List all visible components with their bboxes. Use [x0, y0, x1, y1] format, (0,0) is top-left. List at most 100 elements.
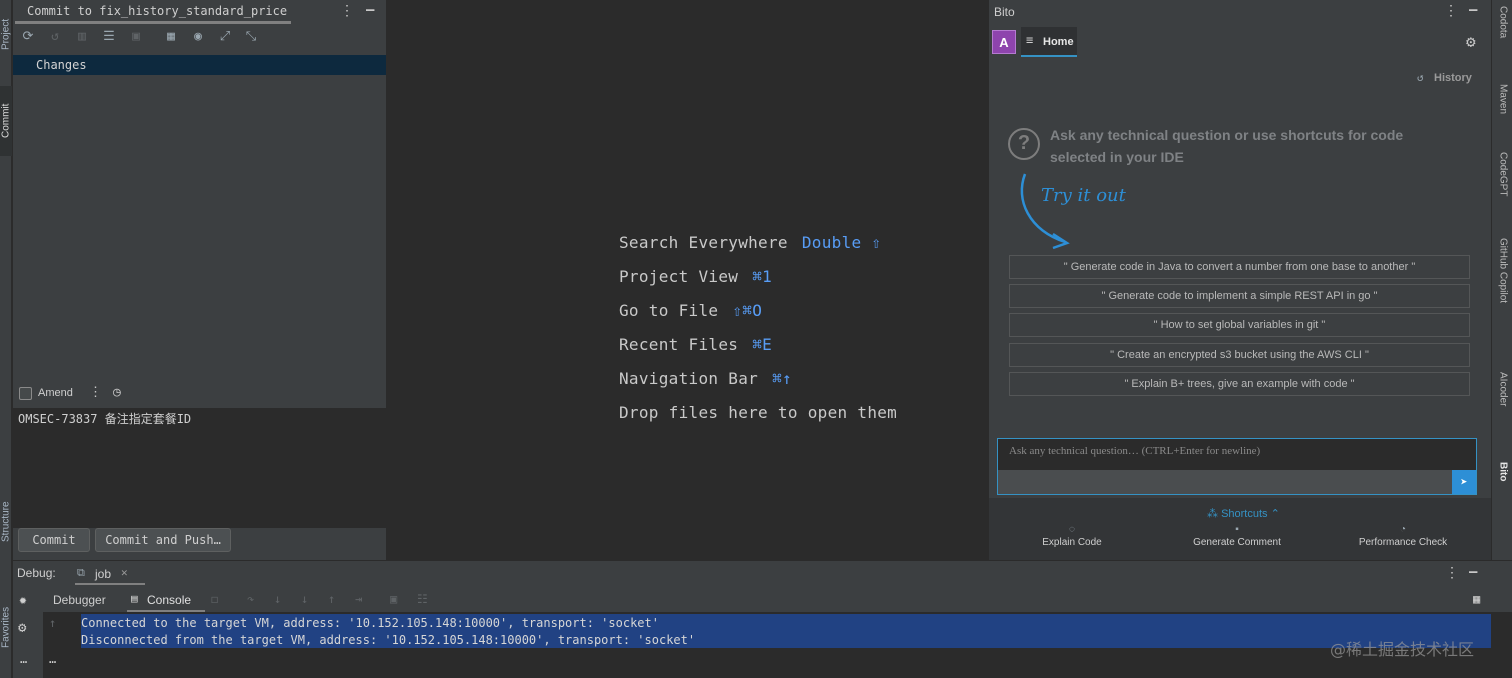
run-to-cursor-icon[interactable]: ⇥: [355, 592, 362, 606]
expand-all-icon[interactable]: ⤢: [216, 28, 234, 46]
commit-and-push-button[interactable]: Commit and Push…: [95, 528, 231, 552]
bito-tab-label: Bito: [1497, 462, 1509, 482]
more-options-icon[interactable]: ⋮: [340, 3, 354, 19]
avatar[interactable]: A: [992, 30, 1016, 54]
left-tool-strip: Project Commit Structure Favorites: [0, 0, 12, 678]
debug-sidebar: ✹ ⚙ …: [13, 588, 41, 678]
group-by-icon[interactable]: ▦: [162, 28, 180, 46]
bug-icon[interactable]: ✹: [19, 593, 27, 608]
scroll-up-icon[interactable]: ↑: [49, 616, 56, 630]
project-tool-tab[interactable]: Project: [0, 2, 12, 66]
more-icon[interactable]: …: [20, 652, 27, 666]
commit-tab-underline: [15, 21, 291, 24]
hint-recent-files: Recent Files ⌘E: [619, 335, 772, 354]
structure-tab-label: Structure: [0, 501, 12, 543]
history-link[interactable]: History: [1434, 72, 1472, 84]
layout-settings-icon[interactable]: ▦: [1473, 592, 1480, 606]
console-output[interactable]: ↑ … Connected to the target VM, address:…: [43, 612, 1512, 678]
history-clock-icon[interactable]: ◷: [113, 385, 121, 400]
chat-input[interactable]: Ask any technical question… (CTRL+Enter …: [997, 438, 1477, 495]
codegpt-tab-label: CodeGPT: [1497, 152, 1509, 197]
maven-tool-tab[interactable]: Maven: [1494, 84, 1512, 114]
collapse-all-icon[interactable]: ⤡: [242, 28, 260, 46]
maven-tab-label: Maven: [1497, 84, 1509, 115]
hint-drop-files: Drop files here to open them: [619, 403, 897, 422]
performance-check-label: Performance Check: [1358, 537, 1448, 548]
prompt-suggestion[interactable]: " Create an encrypted s3 bucket using th…: [1009, 343, 1470, 367]
generate-comment-button[interactable]: ▪ Generate Comment: [1189, 524, 1285, 548]
evaluate-icon[interactable]: ▣: [390, 592, 397, 606]
watermark: @稀土掘金技术社区: [1330, 640, 1475, 659]
commit-options-icon[interactable]: ⋮: [89, 385, 102, 400]
commit-button[interactable]: Commit: [18, 528, 90, 552]
bito-panel-header: Bito ⋮ —: [989, 0, 1491, 24]
commit-message-field[interactable]: OMSEC-73837 备注指定套餐ID: [13, 408, 386, 528]
console-line: Disconnected from the target VM, address…: [81, 633, 696, 647]
changelist-icon[interactable]: ☰: [100, 28, 118, 46]
amend-row: Amend ⋮ ◷: [13, 382, 386, 406]
codota-tool-tab[interactable]: Codota: [1494, 6, 1512, 38]
step-out-icon[interactable]: ↑: [328, 592, 335, 606]
minimize-icon[interactable]: —: [1469, 564, 1477, 580]
aicoder-tool-tab[interactable]: AIcoder: [1494, 372, 1512, 406]
force-step-into-icon[interactable]: ↓: [301, 592, 308, 606]
hint-shortcut: ⇧⌘O: [732, 301, 763, 320]
github-copilot-tool-tab[interactable]: GitHub Copilot: [1494, 238, 1512, 303]
trace-icon[interactable]: ☷: [417, 592, 428, 606]
try-it-out-label: Try it out: [1041, 185, 1126, 206]
structure-tool-tab[interactable]: Structure: [0, 488, 12, 556]
prompt-suggestion[interactable]: " Explain B+ trees, give an example with…: [1009, 372, 1470, 396]
step-over-icon[interactable]: ↷: [247, 592, 254, 606]
commit-message-text: OMSEC-73837 备注指定套餐ID: [18, 412, 192, 426]
right-tool-strip: Codota Maven CodeGPT GitHub Copilot AIco…: [1491, 0, 1512, 560]
diff-icon[interactable]: ▥: [73, 28, 91, 46]
changes-node[interactable]: Changes: [13, 55, 386, 75]
hint-navigation-bar: Navigation Bar ⌘↑: [619, 369, 792, 388]
debug-tabs-row: Debugger ▤ Console ◻ ↷ ↓ ↓ ↑ ⇥ ▣ ☷ ▦: [43, 588, 1512, 612]
minimize-icon[interactable]: —: [1469, 2, 1477, 18]
more-icon[interactable]: …: [49, 652, 56, 666]
hint-search-everywhere: Search Everywhere Double ⇧: [619, 233, 881, 252]
minimize-icon[interactable]: —: [366, 2, 374, 18]
tab-debugger[interactable]: Debugger: [53, 593, 106, 607]
debug-session-tab[interactable]: ⧉ job ✕: [75, 563, 145, 585]
history-icon[interactable]: ↺: [1417, 71, 1424, 84]
copilot-tab-label: GitHub Copilot: [1497, 238, 1509, 304]
shortcuts-toggle[interactable]: ⁂ Shortcuts ⌃: [1207, 507, 1280, 520]
prompt-suggestion[interactable]: " How to set global variables in git ": [1009, 313, 1470, 337]
bito-tool-tab[interactable]: Bito: [1494, 462, 1512, 481]
curved-arrow-icon: [1020, 173, 1070, 250]
tab-home[interactable]: ≡ Home: [1021, 27, 1077, 57]
prompt-suggestion[interactable]: " Generate code to implement a simple RE…: [1009, 284, 1470, 308]
chat-input-placeholder: Ask any technical question… (CTRL+Enter …: [1009, 445, 1261, 457]
commit-tool-tab[interactable]: Commit: [0, 86, 12, 156]
more-options-icon[interactable]: ⋮: [1445, 565, 1459, 581]
debug-header: Debug: ⧉ job ✕ ⋮ —: [13, 561, 1512, 587]
generate-comment-label: Generate Comment: [1193, 537, 1281, 548]
close-icon[interactable]: ✕: [121, 566, 128, 579]
view-options-icon[interactable]: ◉: [189, 28, 207, 46]
aicoder-tab-label: AIcoder: [1497, 372, 1509, 407]
prompt-suggestion[interactable]: " Generate code in Java to convert a num…: [1009, 255, 1470, 279]
editor-empty-area[interactable]: Search Everywhere Double ⇧ Project View ⌘1…: [387, 0, 988, 560]
chevron-up-icon: ⌃: [1270, 508, 1280, 520]
favorites-tool-tab[interactable]: Favorites: [0, 588, 12, 666]
rollback-icon[interactable]: ↺: [46, 28, 64, 46]
config-icon: ⧉: [77, 566, 85, 579]
tab-console[interactable]: ▤ Console: [127, 588, 205, 612]
shelve-icon[interactable]: ▣: [127, 28, 145, 46]
send-button[interactable]: ➤: [1452, 470, 1476, 494]
settings-gear-icon[interactable]: ⚙: [1466, 32, 1476, 51]
more-options-icon[interactable]: ⋮: [1444, 3, 1458, 19]
performance-check-button[interactable]: ◔ Performance Check: [1353, 524, 1453, 548]
step-into-icon[interactable]: ↓: [274, 592, 281, 606]
menu-icon: ≡: [1026, 33, 1034, 47]
settings-gear-icon[interactable]: ⚙: [18, 620, 26, 636]
refresh-icon[interactable]: ⟳: [19, 28, 37, 46]
explain-code-button[interactable]: ◌ Explain Code: [1037, 524, 1107, 548]
hint-shortcut: Double ⇧: [801, 233, 882, 252]
restore-layout-icon[interactable]: ◻: [211, 592, 218, 606]
bito-panel: Bito ⋮ — A ≡ Home ⚙ ↺ History ? Ask any …: [989, 0, 1491, 560]
amend-checkbox[interactable]: [19, 387, 32, 400]
codegpt-tool-tab[interactable]: CodeGPT: [1494, 152, 1512, 196]
